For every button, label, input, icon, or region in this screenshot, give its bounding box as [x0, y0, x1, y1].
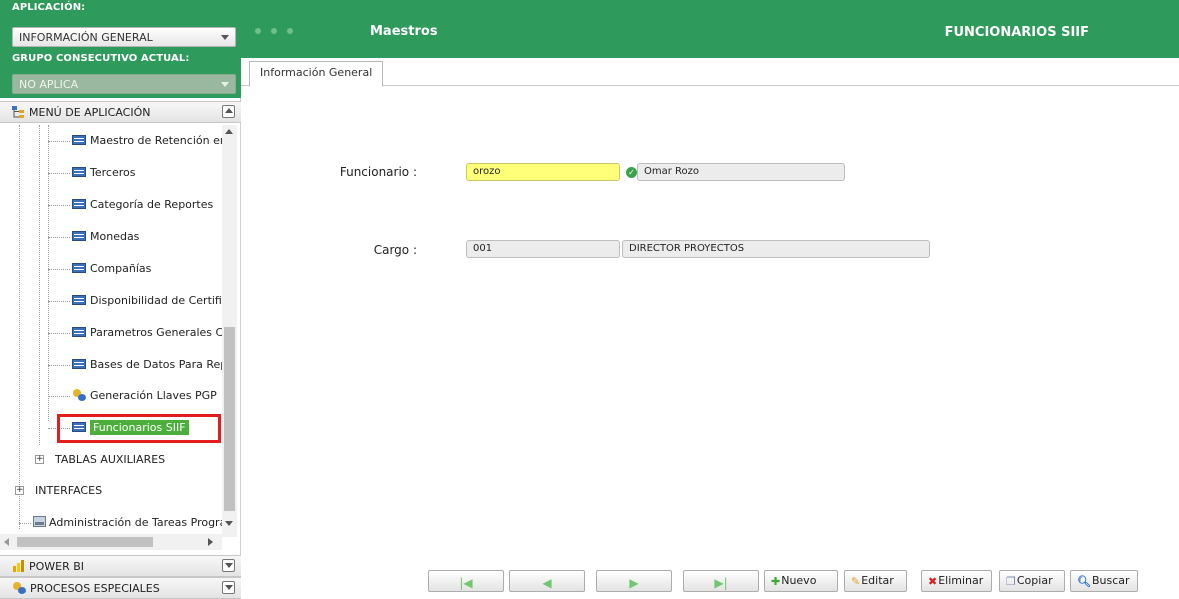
delete-x-icon: ✖ — [928, 575, 938, 588]
window-dot-icon — [271, 28, 277, 34]
tree-item-categoria-reportes[interactable]: Categoría de Reportes — [72, 196, 213, 214]
section-title: Maestros — [370, 24, 438, 39]
last-record-icon: ▶| — [714, 576, 728, 590]
scroll-left-icon[interactable] — [4, 538, 9, 546]
copy-button[interactable]: ❐Copiar — [999, 570, 1065, 592]
funcionario-label: Funcionario : — [339, 165, 417, 179]
funcionario-name-field: Omar Rozo — [637, 163, 845, 181]
table-icon — [72, 359, 86, 369]
table-icon — [72, 167, 86, 177]
search-icon: 🔍︎ — [1077, 575, 1091, 588]
scroll-up-icon[interactable] — [225, 129, 233, 134]
table-icon — [72, 135, 86, 145]
previous-record-button[interactable]: ◀ — [509, 570, 585, 592]
expand-panel-icon[interactable] — [222, 559, 235, 572]
new-button[interactable]: ✚Nuevo — [764, 570, 838, 592]
application-select[interactable]: INFORMACIÓN GENERAL — [12, 27, 236, 47]
first-record-icon: |◀ — [459, 576, 473, 590]
page-title: FUNCIONARIOS SIIF — [944, 25, 1089, 40]
funcionario-code-input[interactable]: orozo — [466, 163, 620, 181]
highlight-box — [57, 414, 221, 443]
collapse-icon[interactable] — [222, 105, 235, 118]
table-icon — [72, 327, 86, 337]
delete-button[interactable]: ✖Eliminar — [921, 570, 992, 592]
gears-icon — [12, 582, 26, 594]
expand-icon[interactable]: + — [35, 455, 44, 464]
main-content: Maestros FUNCIONARIOS SIIF Información G… — [241, 0, 1179, 596]
scrollbar-thumb[interactable] — [17, 537, 153, 547]
sidebar: APLICACIÓN: INFORMACIÓN GENERAL GRUPO CO… — [0, 0, 241, 599]
scroll-down-icon[interactable] — [225, 521, 233, 526]
chevron-down-icon — [221, 82, 229, 87]
tree-item-administracion-tareas[interactable]: Administración de Tareas Program — [33, 514, 237, 532]
app-header: Maestros FUNCIONARIOS SIIF — [241, 0, 1179, 58]
expand-icon[interactable]: + — [15, 486, 24, 495]
pencil-icon: ✎ — [851, 575, 861, 588]
window-dot-icon — [287, 28, 293, 34]
table-icon — [72, 231, 86, 241]
previous-record-icon: ◀ — [542, 576, 552, 590]
key-icon — [72, 389, 86, 401]
tree-folder-tablas-auxiliares[interactable]: TABLAS AUXILIARES — [55, 451, 165, 469]
table-icon — [72, 263, 86, 273]
plus-icon: ✚ — [771, 575, 781, 588]
scroll-right-icon[interactable] — [208, 538, 213, 546]
next-record-button[interactable]: ▶ — [596, 570, 672, 592]
next-record-icon: ▶ — [629, 576, 639, 590]
menu-panel-header[interactable]: MENÚ DE APLICACIÓN — [0, 101, 241, 123]
edit-button[interactable]: ✎Editar — [844, 570, 907, 592]
tree-item-monedas[interactable]: Monedas — [72, 228, 139, 246]
tree-item-maestro-retencion[interactable]: Maestro de Retención en I — [72, 132, 234, 150]
sidebar-header: APLICACIÓN: INFORMACIÓN GENERAL GRUPO CO… — [0, 0, 241, 98]
cargo-label: Cargo : — [373, 243, 417, 257]
tree-item-parametros-generales[interactable]: Parametros Generales Cry — [72, 324, 234, 342]
tree-item-bases-datos[interactable]: Bases de Datos Para Repli — [72, 356, 233, 374]
server-icon — [33, 516, 46, 527]
application-label: APLICACIÓN: — [12, 2, 86, 13]
expand-panel-icon[interactable] — [222, 581, 235, 594]
table-icon — [72, 295, 86, 305]
tree-item-companias[interactable]: Compañías — [72, 260, 151, 278]
power-bi-title: POWER BI — [29, 560, 85, 573]
group-label: GRUPO CONSECUTIVO ACTUAL: — [12, 53, 190, 64]
tab-informacion-general[interactable]: Información General — [249, 61, 384, 87]
search-button[interactable]: 🔍︎Buscar — [1070, 570, 1138, 592]
horizontal-scrollbar[interactable] — [0, 534, 222, 550]
scrollbar-thumb[interactable] — [224, 327, 235, 511]
first-record-button[interactable]: |◀ — [428, 570, 504, 592]
tree-item-disponibilidad-certificados[interactable]: Disponibilidad de Certifica — [72, 292, 235, 310]
tree-folder-interfaces[interactable]: INTERFACES — [35, 482, 102, 500]
copy-icon: ❐ — [1006, 575, 1016, 588]
check-icon: ✓ — [626, 167, 637, 178]
table-icon — [72, 199, 86, 209]
sitemap-icon — [12, 106, 24, 118]
procesos-title: PROCESOS ESPECIALES — [30, 582, 160, 595]
group-select-value: NO APLICA — [19, 78, 79, 91]
cargo-name-field: DIRECTOR PROYECTOS — [622, 240, 930, 258]
menu-panel-title: MENÚ DE APLICACIÓN — [29, 106, 151, 119]
vertical-scrollbar[interactable] — [222, 125, 237, 537]
menu-tree: Maestro de Retención en I Terceros Categ… — [0, 125, 241, 559]
application-select-value: INFORMACIÓN GENERAL — [19, 31, 153, 44]
power-bi-icon — [13, 560, 24, 572]
chevron-down-icon — [221, 35, 229, 40]
last-record-button[interactable]: ▶| — [683, 570, 759, 592]
tree-item-generacion-llaves[interactable]: Generación Llaves PGP — [72, 387, 217, 405]
cargo-code-input[interactable]: 001 — [466, 240, 620, 258]
group-select: NO APLICA — [12, 74, 236, 94]
power-bi-panel-header[interactable]: POWER BI — [0, 555, 241, 577]
tab-bar: Información General — [241, 58, 1179, 87]
window-dot-icon — [255, 28, 261, 34]
tree-item-terceros[interactable]: Terceros — [72, 164, 135, 182]
